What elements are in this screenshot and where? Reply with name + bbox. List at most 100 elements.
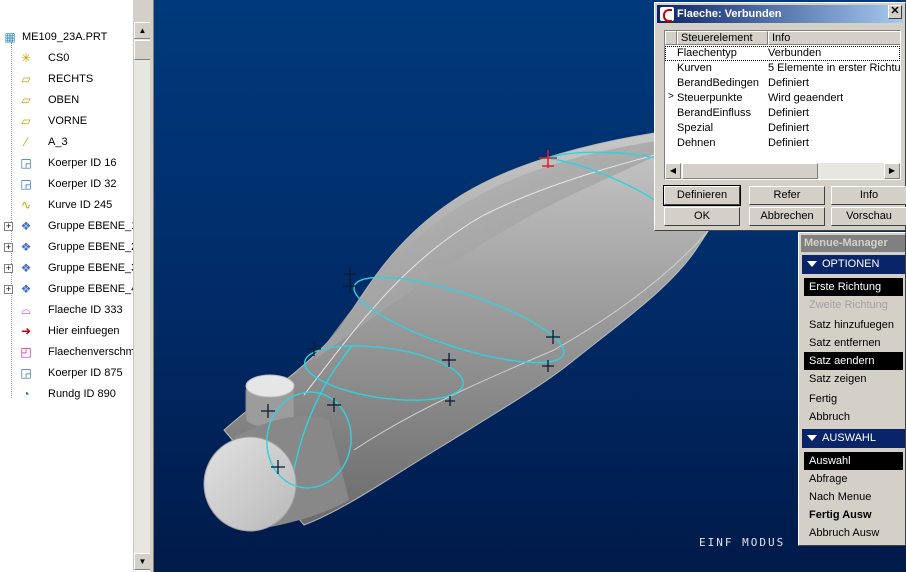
tree-item[interactable]: ◲ Koerper ID 16 <box>0 153 133 174</box>
table-row[interactable]: > Steuerpunkte Wird geaendert <box>665 91 900 106</box>
table-row[interactable]: Kurven 5 Elemente in erster Richtung <box>665 61 900 76</box>
scrollbar-thumb[interactable] <box>134 40 151 60</box>
tree-item-label: Flaeche ID 333 <box>48 304 123 316</box>
mode-status-label: EINF MODUS <box>699 536 786 549</box>
tree-item[interactable]: ▱ OBEN <box>0 90 133 111</box>
column-header-info[interactable]: Info <box>768 31 900 45</box>
vorschau-button[interactable]: Vorschau <box>831 207 906 226</box>
column-header-element[interactable]: Steuerelement <box>677 31 768 45</box>
menu-item[interactable]: Fertig <box>804 390 903 408</box>
menu-item[interactable]: Satz entfernen <box>804 334 903 352</box>
definieren-button[interactable]: Definieren <box>663 185 741 206</box>
abbrechen-button[interactable]: Abbrechen <box>749 207 825 226</box>
menu-item[interactable]: Satz aendern <box>804 352 903 370</box>
menu-item[interactable]: Satz hinzufuegen <box>804 316 903 334</box>
tree-item[interactable]: + ❖ Gruppe EBENE_4 <box>0 279 133 300</box>
element-cell: Dehnen <box>677 137 716 149</box>
protrusion-icon: ◲ <box>20 156 32 170</box>
tree-item[interactable]: ✳ CS0 <box>0 48 133 69</box>
element-cell: Flaechentyp <box>677 47 737 59</box>
protrusion-icon: ◲ <box>20 366 32 380</box>
group-icon: ❖ <box>20 219 32 233</box>
menu-item[interactable]: Abbruch <box>804 408 903 426</box>
info-cell: Definiert <box>768 122 809 134</box>
info-button[interactable]: Info <box>831 186 906 205</box>
tree-item[interactable]: ⌓ Flaeche ID 333 <box>0 300 133 321</box>
expand-icon[interactable]: + <box>4 222 13 231</box>
table-row[interactable]: Spezial Definiert <box>665 121 900 136</box>
close-icon[interactable]: ✕ <box>888 5 902 19</box>
group-icon: ❖ <box>20 240 32 254</box>
tree-item[interactable]: ◰ Flaechenverschmelzung <box>0 342 133 363</box>
info-cell: Wird geaendert <box>768 92 844 104</box>
coordinate-system-icon: ✳ <box>20 51 32 65</box>
tree-item-label: Gruppe EBENE_2 <box>48 241 133 253</box>
datum-plane-icon: ▱ <box>21 72 31 86</box>
table-horizontal-scrollbar[interactable]: ◀ ▶ <box>665 163 900 179</box>
expand-icon[interactable]: + <box>4 285 13 294</box>
dialog-title-bar[interactable]: Flaeche: Verbunden <box>657 5 903 23</box>
tree-item[interactable]: ◲ Koerper ID 32 <box>0 174 133 195</box>
tree-item[interactable]: ∿ Kurve ID 245 <box>0 195 133 216</box>
menu-item[interactable]: Erste Richtung <box>804 278 903 296</box>
group-icon: ❖ <box>20 261 32 275</box>
ok-button[interactable]: OK <box>664 207 740 226</box>
menu-item[interactable]: Abbruch Ausw <box>804 524 903 542</box>
proe-app-icon <box>660 7 674 22</box>
datum-plane-icon: ▱ <box>21 93 31 107</box>
scrollbar-thumb[interactable] <box>682 163 818 179</box>
tree-item[interactable]: ⁄ A_3 <box>0 132 133 153</box>
datum-plane-icon: ▱ <box>21 114 31 128</box>
tree-item[interactable]: ▱ RECHTS <box>0 69 133 90</box>
expand-icon[interactable]: + <box>4 264 13 273</box>
table-row[interactable]: BerandEinfluss Definiert <box>665 106 900 121</box>
menu-item[interactable]: Fertig Ausw <box>804 506 903 524</box>
menu-item[interactable]: Auswahl <box>804 452 903 470</box>
scroll-down-arrow-icon[interactable]: ▼ <box>134 553 151 570</box>
menu-header-label: OPTIONEN <box>822 258 880 270</box>
tree-item-label: RECHTS <box>48 73 94 85</box>
element-cell: Spezial <box>677 122 714 134</box>
info-cell: 5 Elemente in erster Richtung <box>768 62 901 74</box>
tree-item-label: A_3 <box>48 136 68 148</box>
info-cell: Definiert <box>768 107 809 119</box>
tree-item[interactable]: + ❖ Gruppe EBENE_3 <box>0 258 133 279</box>
tree-item[interactable]: + ❖ Gruppe EBENE_1 <box>0 216 133 237</box>
table-row[interactable]: Dehnen Definiert <box>665 136 900 151</box>
menu-item: Zweite Richtung <box>809 299 888 311</box>
menu-item[interactable]: Abfrage <box>804 470 903 488</box>
end-cap-face <box>203 436 297 532</box>
dialog-title: Flaeche: Verbunden <box>677 8 782 20</box>
row-marker-icon: > <box>668 91 674 102</box>
menu-header-label: AUSWAHL <box>822 432 876 444</box>
element-cell: Steuerpunkte <box>677 92 743 104</box>
refer-button[interactable]: Refer <box>749 186 825 205</box>
model-tree[interactable]: ▦ ME109_23A.PRT ✳ CS0 ▱ RECHTS ▱ OBEN ▱ VORNE ⁄ A_3… <box>0 0 152 572</box>
tree-vertical-scrollbar[interactable]: ▲ ▼ <box>133 22 151 570</box>
tree-item[interactable]: + ❖ Gruppe EBENE_2 <box>0 237 133 258</box>
tree-item[interactable]: ▱ VORNE <box>0 111 133 132</box>
menu-item[interactable]: Satz zeigen <box>804 370 903 388</box>
collapse-triangle-icon <box>807 261 817 267</box>
menu-item[interactable]: Nach Menue <box>804 488 903 506</box>
tree-item-label: CS0 <box>48 52 70 64</box>
tree-item[interactable]: ▦ ME109_23A.PRT <box>0 27 133 48</box>
expand-icon[interactable]: + <box>4 243 13 252</box>
tree-item[interactable]: ◔ Rundg ID 890 <box>0 384 133 405</box>
element-table: Steuerelement Info Flaechentyp Verbunden K… <box>664 30 901 180</box>
scroll-right-arrow-icon[interactable]: ▶ <box>884 163 900 179</box>
tree-item[interactable]: ◲ Koerper ID 875 <box>0 363 133 384</box>
menu-header-auswahl[interactable]: AUSWAHL <box>802 429 905 448</box>
table-row[interactable]: Flaechentyp Verbunden <box>665 46 900 61</box>
datum-curve-icon: ∿ <box>20 198 32 212</box>
tree-item[interactable]: ➜ Hier einfuegen <box>0 321 133 342</box>
scroll-up-arrow-icon[interactable]: ▲ <box>134 22 151 39</box>
tree-item-label: Koerper ID 16 <box>48 157 117 169</box>
table-row[interactable]: BerandBedingen Definiert <box>665 76 900 91</box>
tree-item-label: Hier einfuegen <box>48 325 120 337</box>
scroll-left-arrow-icon[interactable]: ◀ <box>665 163 681 179</box>
info-cell: Definiert <box>768 137 809 149</box>
surface-icon: ⌓ <box>21 303 31 317</box>
menu-header-optionen[interactable]: OPTIONEN <box>802 255 905 274</box>
menu-manager-title-bar[interactable]: Menue-Manager <box>801 235 905 252</box>
